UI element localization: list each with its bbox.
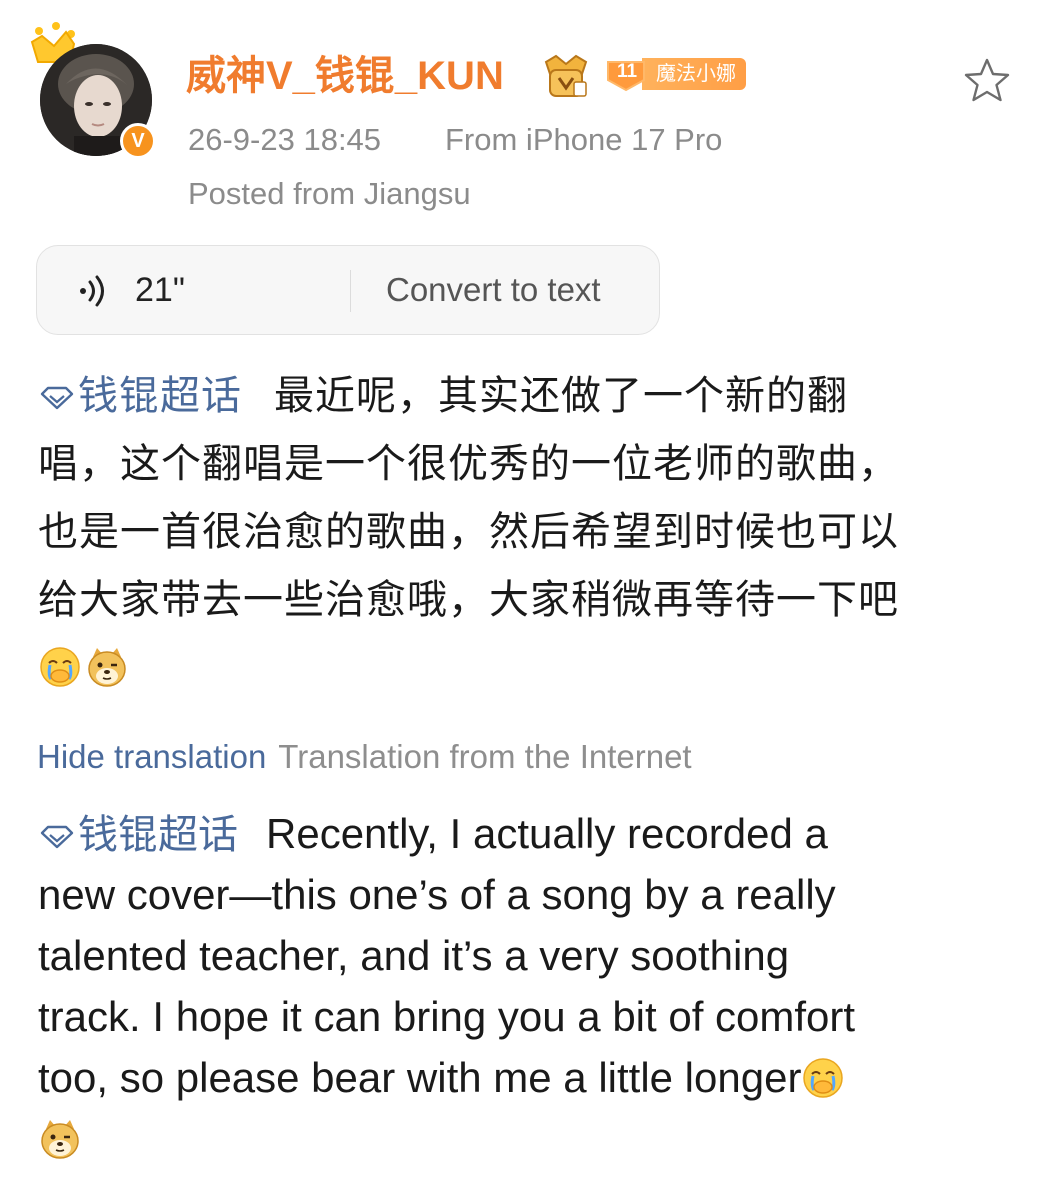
translated-line: 钱锟超话 Recently, I actually recorded a bbox=[38, 803, 1028, 864]
post-text-line: 给大家带去一些治愈哦，大家稍微再等待一下吧 bbox=[38, 577, 899, 623]
crying-face-emoji bbox=[40, 647, 80, 687]
translated-text-line: talented teacher, and it’s a very soothi… bbox=[38, 932, 790, 979]
fan-level-icon: 11 bbox=[604, 56, 648, 92]
translated-line: too, so please bear with me a little lon… bbox=[38, 1047, 1028, 1108]
topic-link[interactable]: 钱锟超话 bbox=[38, 373, 242, 419]
post-text-line: 也是一首很治愈的歌曲，然后希望到时候也可以 bbox=[38, 509, 899, 555]
fan-badge-label: 魔法小娜 bbox=[642, 58, 746, 90]
translated-text-line: track. I hope it can bring you a bit of … bbox=[38, 993, 856, 1040]
voice-wave-icon bbox=[80, 275, 104, 307]
topic-label: 钱锟超话 bbox=[78, 812, 238, 858]
voice-message[interactable]: 21" Convert to text bbox=[36, 245, 660, 335]
post-location: Posted from Jiangsu bbox=[188, 176, 471, 211]
voice-divider bbox=[350, 270, 351, 312]
voice-duration: 21" bbox=[135, 271, 185, 309]
topic-label: 钱锟超话 bbox=[78, 373, 242, 419]
post-line: 钱锟超话 最近呢，其实还做了一个新的翻 bbox=[38, 362, 1018, 430]
emoji-line bbox=[38, 1108, 1028, 1169]
translated-text-line: new cover—this one’s of a song by a real… bbox=[38, 871, 836, 918]
crying-face-emoji bbox=[803, 1058, 844, 1098]
translated-text-line: too, so please bear with me a little lon… bbox=[38, 1054, 802, 1101]
translation-source: Translation from the Internet bbox=[278, 738, 692, 775]
diamond-topic-icon bbox=[40, 386, 74, 410]
translated-text-line: Recently, I actually recorded a bbox=[266, 810, 828, 857]
post-device-source: From iPhone 17 Pro bbox=[445, 122, 723, 157]
diamond-topic-icon bbox=[40, 825, 74, 849]
post-timestamp: 26-9-23 18:45 bbox=[188, 122, 382, 157]
avatar-container[interactable]: V bbox=[26, 22, 158, 162]
topic-link[interactable]: 钱锟超话 bbox=[38, 812, 238, 858]
doge-emoji bbox=[41, 1120, 79, 1159]
star-icon[interactable] bbox=[962, 56, 1012, 106]
verified-icon: V bbox=[120, 123, 156, 159]
fan-level-number: 11 bbox=[617, 61, 638, 82]
doge-emoji bbox=[88, 648, 126, 687]
fan-badge[interactable]: 11 魔法小娜 bbox=[604, 56, 746, 92]
emoji-line bbox=[38, 634, 1018, 702]
rank-badge-icon[interactable] bbox=[538, 52, 594, 100]
user-name[interactable]: 威神V_钱锟_KUN bbox=[186, 50, 504, 102]
hide-translation-button[interactable]: Hide translation bbox=[37, 738, 266, 775]
post-text-line: 唱，这个翻唱是一个很优秀的一位老师的歌曲， bbox=[38, 441, 899, 487]
post-content: 钱锟超话 最近呢，其实还做了一个新的翻 唱，这个翻唱是一个很优秀的一位老师的歌曲，… bbox=[38, 362, 1018, 702]
convert-to-text-button[interactable]: Convert to text bbox=[386, 268, 601, 312]
translation-bar: Hide translation Translation from the Int… bbox=[37, 735, 692, 779]
post-text-line: 最近呢，其实还做了一个新的翻 bbox=[274, 373, 848, 419]
translated-content: 钱锟超话 Recently, I actually recorded a new … bbox=[38, 803, 1028, 1169]
